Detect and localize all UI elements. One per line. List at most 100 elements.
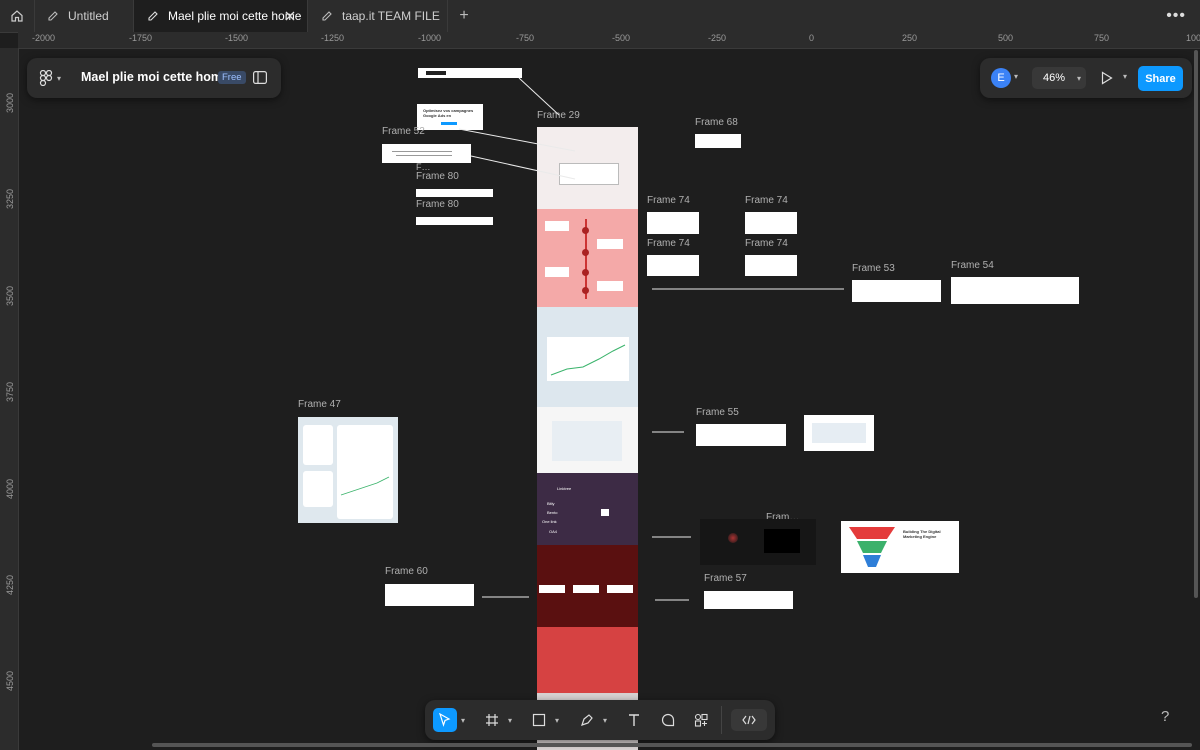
card: [303, 425, 333, 465]
plan-badge: Free: [218, 71, 246, 84]
frame-label[interactable]: Frame 74: [745, 238, 788, 249]
ruler-label: 500: [998, 33, 1014, 43]
chevron-down-icon[interactable]: ▾: [508, 716, 512, 725]
connector-lines: [458, 77, 844, 601]
dashboard-frame[interactable]: [804, 415, 874, 451]
tab-label: Untitled: [68, 9, 109, 23]
frame-55[interactable]: [696, 424, 786, 446]
pen-tool-button[interactable]: [575, 708, 599, 732]
chevron-down-icon[interactable]: ▾: [603, 716, 607, 725]
text-tool-button[interactable]: [622, 708, 646, 732]
ruler-top: -2000 -1750 -1500 -1250 -1000 -750 -500 …: [18, 32, 1200, 49]
frame-60[interactable]: [385, 584, 474, 606]
frame-label[interactable]: Frame 47: [298, 399, 341, 410]
ruler-label: -1750: [129, 33, 153, 43]
help-button[interactable]: ?: [1161, 708, 1169, 725]
frame-label[interactable]: Frame 57: [704, 573, 747, 584]
frame-label[interactable]: Frame 74: [647, 195, 690, 206]
chevron-down-icon[interactable]: ▾: [1123, 72, 1127, 81]
design-canvas[interactable]: Frame 29 Linktree Bitly Bento One link O…: [19, 49, 1200, 750]
avatar[interactable]: E: [991, 68, 1011, 88]
ruler-label: -2000: [32, 33, 56, 43]
plus-icon: +: [459, 7, 469, 24]
ruler-label: 3250: [5, 188, 15, 210]
ruler-label: -500: [612, 33, 631, 43]
file-icon: [148, 11, 158, 21]
frame-54[interactable]: [951, 277, 1079, 304]
tab-label: taap.it TEAM FILE: [342, 9, 440, 23]
file-panel: ▾ Mael plie moi cette home Free: [27, 58, 281, 98]
zoom-control[interactable]: 46% ▾: [1032, 67, 1086, 89]
frame-53[interactable]: [852, 280, 941, 302]
code-icon: [742, 715, 756, 725]
frame-tool-button[interactable]: [480, 708, 504, 732]
dashboard-preview: [812, 423, 866, 443]
ruler-label: -250: [708, 33, 727, 43]
avatar-initial: E: [997, 72, 1005, 84]
ruler-label: 4000: [5, 478, 15, 500]
rectangle-icon: [532, 713, 546, 727]
ruler-label: 4500: [5, 670, 15, 692]
tab-taapit-team-file[interactable]: taap.it TEAM FILE: [308, 0, 448, 32]
frame-label[interactable]: Frame 74: [745, 195, 788, 206]
ruler-label: -1500: [225, 33, 249, 43]
chevron-down-icon[interactable]: ▾: [555, 716, 559, 725]
card: [303, 471, 333, 507]
file-title[interactable]: Mael plie moi cette home: [81, 70, 229, 84]
move-tool-button[interactable]: [433, 708, 457, 732]
chevron-down-icon[interactable]: ▾: [461, 716, 465, 725]
more-options-button[interactable]: •••: [1166, 0, 1186, 32]
toolbar-divider: [721, 706, 722, 734]
frame-47[interactable]: [298, 417, 398, 523]
frame-icon: [486, 714, 498, 726]
ruler-left: 3000 3250 3500 3750 4000 4250 4500: [0, 48, 19, 750]
add-tab-button[interactable]: +: [452, 0, 476, 32]
frame-74-d[interactable]: [745, 255, 797, 276]
funnel-icon: [849, 527, 895, 567]
frame-label[interactable]: Frame 68: [695, 117, 738, 128]
bottom-toolbar: ▾ ▾ ▾ ▾: [425, 700, 775, 740]
sidebar-toggle-icon[interactable]: [253, 71, 267, 84]
frame-label[interactable]: Frame 60: [385, 566, 428, 577]
home-icon: [11, 10, 23, 22]
frame-label[interactable]: Frame 55: [696, 407, 739, 418]
ruler-label: 3750: [5, 381, 15, 403]
ruler-label: -1000: [418, 33, 442, 43]
dark-video-frame[interactable]: [700, 519, 816, 565]
chevron-down-icon: ▾: [1077, 73, 1082, 83]
frame-74-a[interactable]: [647, 212, 699, 234]
tab-label: Mael plie moi cette home: [168, 9, 302, 23]
horizontal-scrollbar[interactable]: [152, 743, 1192, 747]
cursor-icon: [439, 713, 451, 727]
file-icon: [322, 11, 332, 21]
frame-74-c[interactable]: [647, 255, 699, 276]
frame-68[interactable]: [695, 134, 741, 148]
comment-tool-button[interactable]: [656, 708, 680, 732]
frame-label[interactable]: Frame 74: [647, 238, 690, 249]
digital-marketing-frame[interactable]: Building The Digital Marketing Engine: [841, 521, 959, 573]
glow: [728, 533, 738, 543]
tab-mael-plie-moi-cette-home[interactable]: Mael plie moi cette home: [134, 0, 308, 32]
shape-tool-button[interactable]: [527, 708, 551, 732]
vertical-scrollbar[interactable]: [1194, 50, 1198, 598]
chevron-down-icon: ▾: [57, 73, 62, 83]
chevron-down-icon[interactable]: ▾: [1014, 72, 1018, 81]
share-button[interactable]: Share: [1138, 66, 1183, 91]
play-icon[interactable]: [1101, 71, 1113, 85]
close-icon[interactable]: [283, 9, 297, 23]
comment-icon: [661, 713, 675, 727]
home-button[interactable]: [0, 0, 35, 32]
ruler-label: 1000: [1186, 33, 1200, 43]
frame-label[interactable]: Frame 54: [951, 260, 994, 271]
frame-57[interactable]: [704, 591, 793, 609]
right-controls-panel: E ▾ 46% ▾ ▾ Share: [980, 58, 1192, 98]
dev-mode-toggle[interactable]: [731, 709, 767, 731]
frame-74-b[interactable]: [745, 212, 797, 234]
ruler-label: -750: [516, 33, 535, 43]
resources-tool-button[interactable]: [689, 708, 713, 732]
pen-icon: [581, 714, 593, 726]
main-menu-button[interactable]: ▾: [39, 70, 61, 86]
tab-untitled[interactable]: Untitled: [34, 0, 134, 32]
tab-bar: Untitled Mael plie moi cette home taap.i…: [0, 0, 1200, 33]
frame-label[interactable]: Frame 53: [852, 263, 895, 274]
